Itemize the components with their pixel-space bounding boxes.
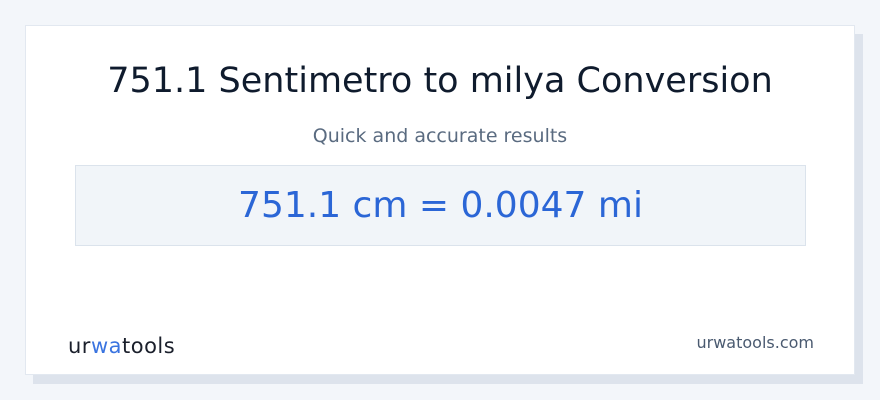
result-box: 751.1 cm = 0.0047 mi: [75, 165, 806, 246]
logo-prefix: ur: [68, 334, 91, 358]
page-title: 751.1 Sentimetro to milya Conversion: [107, 61, 773, 101]
logo-suffix: tools: [122, 334, 176, 358]
urwatools-logo[interactable]: urwatools: [68, 336, 175, 357]
logo-accent: wa: [90, 334, 122, 358]
site-url[interactable]: urwatools.com: [697, 335, 815, 351]
page-subtitle: Quick and accurate results: [312, 125, 568, 147]
conversion-result: 751.1 cm = 0.0047 mi: [238, 184, 643, 226]
